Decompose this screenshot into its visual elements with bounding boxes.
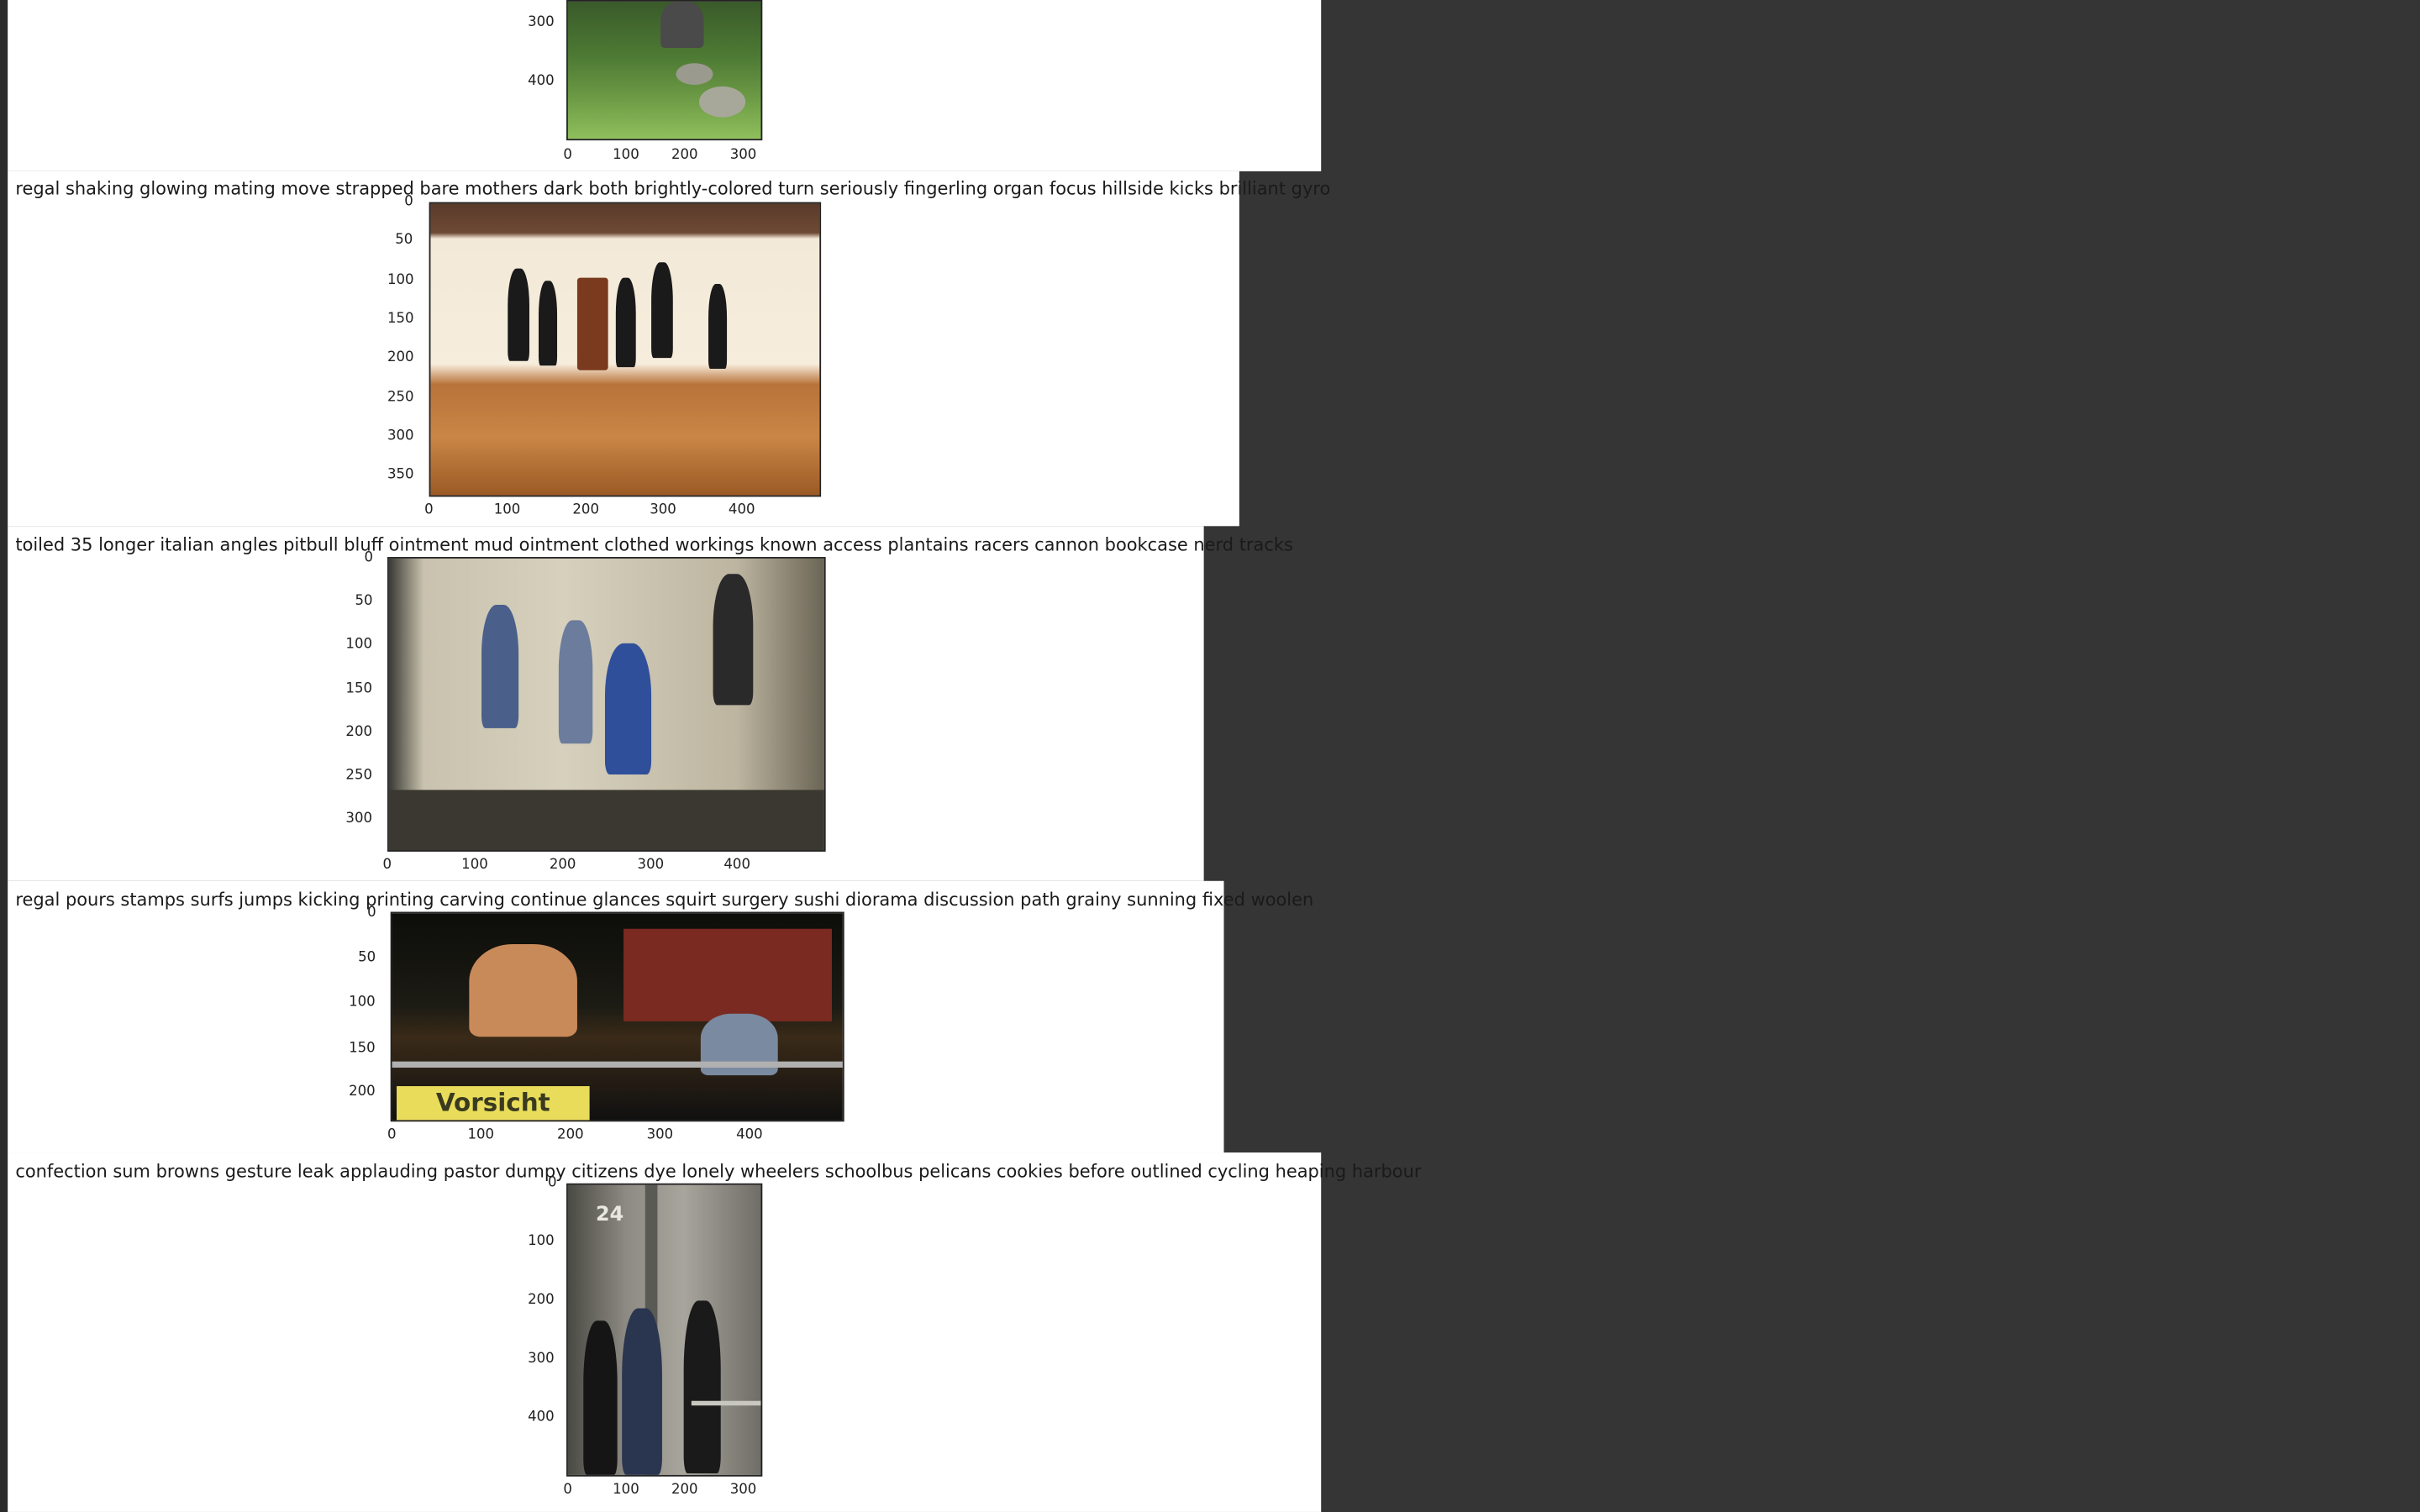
y-tick: 150 [387, 312, 414, 328]
x-tick: 300 [729, 148, 757, 164]
pedestrian-figure [583, 1320, 618, 1475]
door [576, 277, 608, 370]
x-tick: 0 [563, 148, 572, 164]
building-number: 24 [595, 1203, 624, 1227]
image-caption: toiled 35 longer italian angles pitbull … [15, 533, 1293, 556]
x-tick: 100 [613, 1483, 639, 1499]
y-tick: 300 [528, 1351, 555, 1368]
x-tick: 100 [461, 858, 488, 874]
railing [691, 1400, 761, 1406]
y-tick: 0 [548, 1175, 557, 1191]
dancer-figure [539, 281, 558, 366]
image-caption: confection sum browns gesture leak appla… [15, 1160, 1422, 1182]
x-tick: 100 [467, 1127, 495, 1143]
plot-image-1 [429, 202, 822, 497]
railing [392, 1061, 843, 1068]
stepping-stone [676, 63, 713, 86]
y-tick: 50 [358, 950, 376, 966]
person-legs-figure [660, 1, 704, 48]
x-tick: 0 [563, 1483, 572, 1499]
y-tick: 400 [528, 74, 555, 90]
image-caption: regal shaking glowing mating move strapp… [15, 177, 1331, 199]
plot-image-0 [566, 0, 763, 141]
x-tick: 400 [723, 858, 750, 874]
output-gutter [0, 0, 8, 1512]
y-tick: 0 [367, 906, 376, 921]
x-tick: 400 [736, 1127, 763, 1143]
y-tick: 0 [404, 194, 413, 210]
y-tick: 200 [387, 349, 414, 366]
building-sign [623, 928, 832, 1021]
jumper-figure [713, 574, 754, 706]
output-cell-2: toiled 35 longer italian angles pitbull … [8, 526, 1293, 881]
x-tick: 0 [382, 858, 392, 874]
stairs [388, 790, 824, 851]
y-tick: 300 [387, 428, 414, 444]
y-tick: 100 [387, 273, 414, 289]
plot-image-2 [387, 557, 826, 852]
y-tick: 250 [345, 768, 372, 785]
y-tick: 50 [395, 233, 413, 249]
y-tick: 100 [528, 1234, 555, 1250]
plot-image-3: Vorsicht [390, 911, 844, 1122]
y-tick: 200 [528, 1293, 555, 1309]
pedestrian-figure [683, 1300, 721, 1474]
y-tick: 350 [387, 467, 414, 483]
vorsicht-sign-text: Vorsicht [435, 1087, 550, 1117]
x-tick: 200 [671, 148, 698, 164]
y-tick: 300 [345, 811, 372, 827]
image-caption: regal pours stamps surfs jumps kicking p… [15, 888, 1314, 911]
y-tick: 250 [387, 390, 414, 407]
x-tick: 200 [572, 502, 599, 519]
dancer-figure [651, 262, 673, 359]
y-tick: 200 [345, 725, 372, 741]
dancer-figure [615, 277, 636, 368]
y-tick: 200 [349, 1084, 376, 1100]
notebook-output-area: 300 400 0 100 200 300 regal shaking glow… [0, 0, 2420, 1512]
x-tick: 300 [637, 858, 665, 874]
x-tick: 200 [557, 1127, 584, 1143]
jumper-figure [481, 604, 519, 728]
y-tick: 50 [355, 594, 373, 610]
x-tick: 100 [613, 148, 639, 164]
x-tick: 300 [650, 502, 676, 519]
vorsicht-sign: Vorsicht [397, 1086, 590, 1121]
y-tick: 150 [349, 1041, 376, 1058]
y-tick: 400 [528, 1410, 555, 1426]
x-tick: 0 [387, 1127, 397, 1143]
jumper-figure [469, 944, 577, 1037]
stepping-stone [699, 86, 746, 118]
pedestrian-figure [622, 1308, 662, 1475]
y-tick: 100 [349, 995, 376, 1011]
output-cell-4: confection sum browns gesture leak appla… [8, 1152, 1421, 1512]
x-tick: 100 [493, 502, 521, 519]
jumper-figure [558, 620, 593, 744]
output-cell-0: 300 400 0 100 200 300 [8, 0, 1322, 171]
x-tick: 200 [549, 858, 576, 874]
x-tick: 300 [729, 1483, 757, 1499]
y-tick: 0 [364, 550, 373, 567]
x-tick: 400 [728, 502, 755, 519]
dancer-figure [508, 268, 529, 361]
output-cell-3: regal pours stamps surfs jumps kicking p… [8, 880, 1313, 1153]
output-cell-1: regal shaking glowing mating move strapp… [8, 171, 1330, 527]
y-tick: 100 [345, 637, 372, 653]
x-tick: 300 [646, 1127, 674, 1143]
plot-image-4: 24 [566, 1183, 763, 1477]
x-tick: 0 [424, 502, 434, 519]
y-tick: 150 [345, 681, 372, 698]
y-tick: 300 [528, 15, 555, 31]
x-tick: 200 [671, 1483, 698, 1499]
jumper-figure [604, 643, 652, 775]
dancer-figure [708, 283, 728, 369]
